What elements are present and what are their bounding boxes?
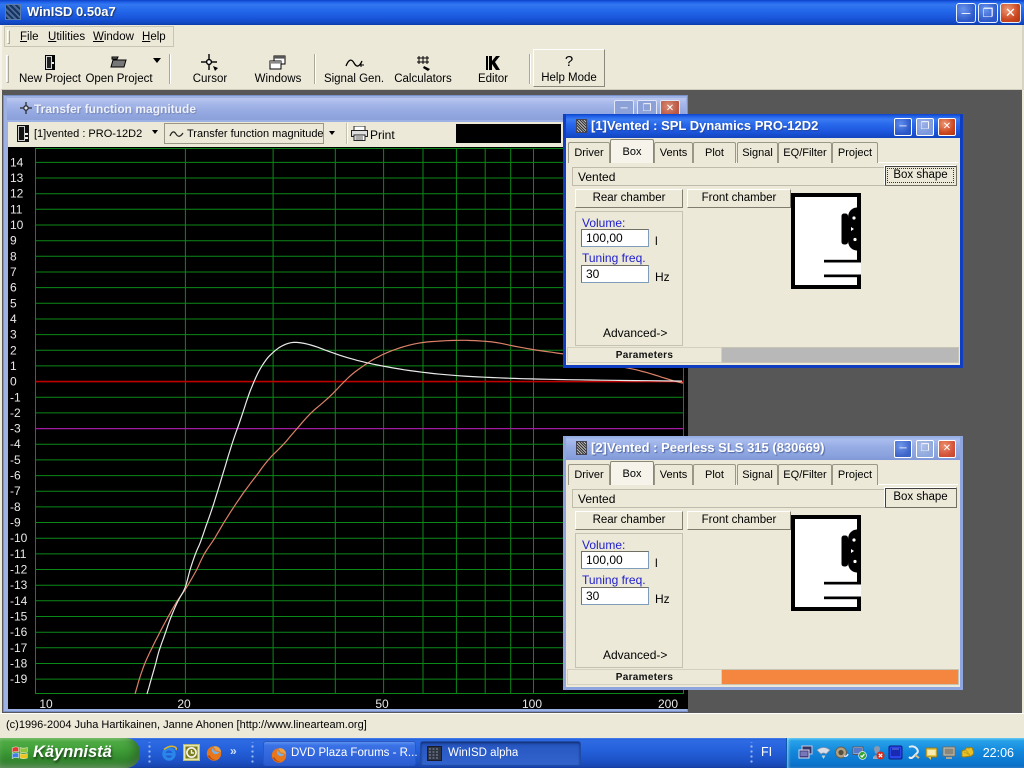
svg-text:7: 7 xyxy=(10,265,17,279)
svg-text:10: 10 xyxy=(39,697,53,709)
svg-text:50: 50 xyxy=(375,697,389,709)
svg-text:-1: -1 xyxy=(10,390,21,404)
svg-text:6: 6 xyxy=(10,281,17,295)
svg-text:-17: -17 xyxy=(10,641,28,655)
svg-text:0: 0 xyxy=(10,375,17,389)
svg-text:8: 8 xyxy=(10,249,17,263)
svg-text:-11: -11 xyxy=(10,547,27,561)
svg-text:-5: -5 xyxy=(10,453,21,467)
svg-text:4: 4 xyxy=(10,312,17,326)
svg-text:-8: -8 xyxy=(10,500,21,514)
svg-text:20: 20 xyxy=(177,697,191,709)
svg-text:-16: -16 xyxy=(10,625,28,639)
svg-text:100: 100 xyxy=(522,697,542,709)
svg-text:200: 200 xyxy=(658,697,678,709)
svg-text:-15: -15 xyxy=(10,610,28,624)
svg-text:2: 2 xyxy=(10,343,17,357)
svg-text:14: 14 xyxy=(10,155,24,169)
svg-text:-3: -3 xyxy=(10,422,21,436)
svg-text:-4: -4 xyxy=(10,437,21,451)
svg-text:-13: -13 xyxy=(10,578,28,592)
svg-text:1: 1 xyxy=(10,359,17,373)
svg-text:3: 3 xyxy=(10,328,17,342)
svg-text:-19: -19 xyxy=(10,672,28,686)
svg-text:-6: -6 xyxy=(10,469,21,483)
svg-text:9: 9 xyxy=(10,234,17,248)
svg-text:-9: -9 xyxy=(10,516,21,530)
svg-text:5: 5 xyxy=(10,296,17,310)
svg-text:-10: -10 xyxy=(10,531,28,545)
svg-text:-14: -14 xyxy=(10,594,28,608)
svg-text:-7: -7 xyxy=(10,484,21,498)
svg-text:-12: -12 xyxy=(10,563,28,577)
svg-text:12: 12 xyxy=(10,187,24,201)
svg-text:10: 10 xyxy=(10,218,24,232)
svg-text:-2: -2 xyxy=(10,406,21,420)
svg-text:-18: -18 xyxy=(10,657,28,671)
svg-text:11: 11 xyxy=(10,202,23,216)
svg-text:13: 13 xyxy=(10,171,24,185)
